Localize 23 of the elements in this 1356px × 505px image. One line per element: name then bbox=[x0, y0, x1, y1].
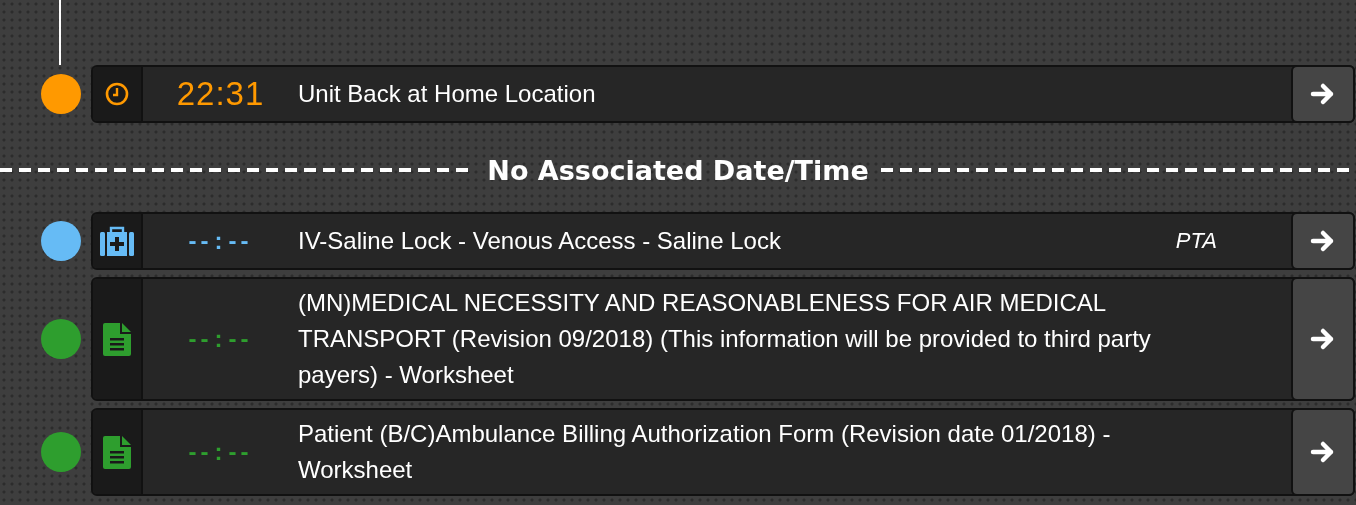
arrow-right-icon bbox=[1310, 229, 1336, 253]
event-description: Patient (B/C)Ambulance Billing Authorization Form (Revision date 01/2018) - Worksheet bbox=[298, 419, 1112, 485]
open-button[interactable] bbox=[1291, 212, 1355, 270]
document-icon bbox=[103, 435, 131, 469]
arrow-right-icon bbox=[1310, 440, 1336, 464]
event-description: (MN)MEDICAL NECESSITY AND REASONABLENESS FOR AIR MEDICAL TRANSPORT (Revision 09/2018) (This information will be provided to third party payers) - Worksheet bbox=[298, 288, 1152, 390]
clock-icon bbox=[105, 82, 129, 106]
open-button[interactable] bbox=[1291, 277, 1355, 401]
arrow-right-icon bbox=[1310, 327, 1336, 351]
event-time: --:-- bbox=[188, 438, 253, 466]
open-button[interactable] bbox=[1291, 408, 1355, 496]
event-note: PTA bbox=[1175, 228, 1217, 254]
event-description: Unit Back at Home Location bbox=[298, 79, 597, 109]
event-time: --:-- bbox=[188, 227, 253, 255]
section-divider-label: No Associated Date/Time bbox=[486, 154, 870, 186]
event-time: --:-- bbox=[188, 325, 253, 353]
medical-kit-icon bbox=[100, 226, 134, 256]
timeline-line bbox=[59, 0, 61, 65]
document-icon bbox=[103, 322, 131, 356]
event-description: IV-Saline Lock - Venous Access - Saline Lock bbox=[298, 226, 782, 256]
arrow-right-icon bbox=[1310, 82, 1336, 106]
open-button[interactable] bbox=[1291, 65, 1355, 123]
event-time: 22:31 bbox=[176, 75, 265, 113]
